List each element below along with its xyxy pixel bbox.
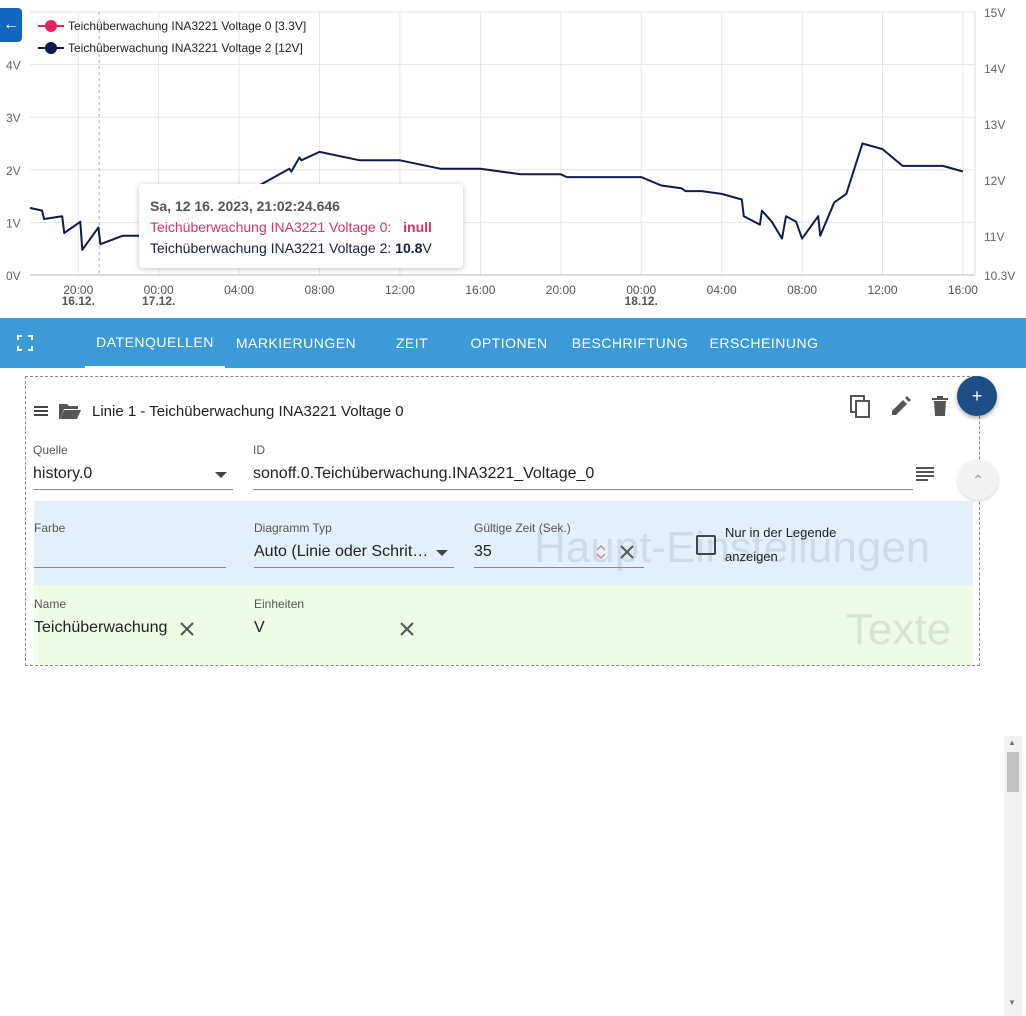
y-tick-label-left: 2V [6, 164, 21, 178]
x-tick-label: 08:00 [305, 283, 335, 297]
line-card-header: Linie 1 - Teichüberwachung INA3221 Volta… [34, 399, 404, 423]
x-date-label: 18.12. [625, 294, 658, 308]
legend-item-voltage-0[interactable]: Teichüberwachung INA3221 Voltage 0 [3.3V… [38, 15, 306, 37]
gueltige-zeit-field[interactable]: 35 [474, 543, 492, 561]
y-tick-label-right: 15V [984, 6, 1005, 20]
y-tick-label-right: 14V [984, 62, 1005, 76]
y-tick-label-right: 10.3V [984, 269, 1015, 283]
legend-marker-icon [38, 42, 64, 54]
scroll-top-button[interactable]: ⌃ [958, 460, 998, 500]
clear-icon[interactable] [400, 622, 414, 636]
tooltip-value: 10.8 [395, 240, 423, 256]
tooltip-label: Teichüberwachung INA3221 Voltage 0: [150, 219, 392, 235]
tab-erscheinung[interactable]: ERSCHEINUNG [704, 318, 824, 368]
diagramm-typ-label: Diagramm Typ [254, 521, 332, 535]
id-label: ID [253, 443, 265, 457]
diagramm-typ-underline [254, 567, 454, 568]
x-date-label: 16.12. [62, 294, 95, 308]
x-tick-label: 04:00 [224, 283, 254, 297]
farbe-label: Farbe [34, 521, 66, 535]
back-button[interactable]: ← [0, 8, 22, 42]
y-tick-label-right: 11V [984, 230, 1004, 244]
x-tick-label: 20:00 [546, 283, 576, 297]
scroll-thumb[interactable] [1007, 752, 1019, 792]
clear-icon[interactable] [180, 622, 194, 636]
legend-label: Teichüberwachung INA3221 Voltage 0 [3.3V… [68, 19, 307, 33]
chart-tooltip: Sa, 12 16. 2023, 21:02:24.646 Teichüberw… [139, 184, 463, 268]
stepper-icon[interactable] [597, 545, 605, 559]
y-tick-label-left: 4V [6, 59, 21, 73]
legend-only-checkbox[interactable] [696, 535, 716, 555]
scroll-down-icon[interactable]: ▼ [1008, 998, 1016, 1007]
tab-markierungen[interactable]: MARKIERUNGEN [228, 318, 364, 368]
x-tick-label: 16:00 [465, 283, 495, 297]
y-tick-label-left: 3V [6, 111, 21, 125]
chevron-up-icon: ⌃ [972, 471, 984, 488]
id-underline [253, 489, 913, 490]
x-tick-label: 12:00 [385, 283, 415, 297]
einheiten-field[interactable]: V [254, 619, 265, 637]
gueltige-zeit-underline [474, 567, 644, 568]
diagramm-typ-select[interactable]: Auto (Linie oder Schrit… [254, 543, 428, 561]
tab-datenquellen[interactable]: DATENQUELLEN [85, 318, 225, 368]
settings-tabbar: DATENQUELLEN MARKIERUNGEN ZEIT OPTIONEN … [0, 318, 1026, 368]
farbe-underline [34, 567, 226, 568]
y-tick-label-left: 1V [6, 216, 21, 230]
datasource-panel: Linie 1 - Teichüberwachung INA3221 Volta… [0, 368, 1026, 1016]
tab-beschriftung[interactable]: BESCHRIFTUNG [566, 318, 694, 368]
chevron-down-icon[interactable] [436, 549, 448, 557]
quelle-underline [33, 489, 233, 490]
name-label: Name [34, 597, 67, 611]
scrollbar[interactable]: ▲ ▼ [1004, 736, 1022, 1016]
id-field[interactable]: sonoff.0.Teichüberwachung.INA3221_Voltag… [253, 465, 594, 483]
quelle-label: Quelle [33, 443, 68, 457]
quelle-select[interactable]: history.0 [33, 465, 92, 483]
chevron-down-icon[interactable] [215, 471, 227, 479]
tooltip-value: inull [403, 219, 432, 235]
gueltige-zeit-label: Gültige Zeit (Sek.) [474, 521, 571, 535]
line-title: Linie 1 - Teichüberwachung INA3221 Volta… [92, 402, 404, 420]
tab-optionen[interactable]: OPTIONEN [462, 318, 556, 368]
legend-item-voltage-2[interactable]: Teichüberwachung INA3221 Voltage 2 [12V] [38, 37, 306, 59]
add-line-button[interactable]: + [957, 376, 997, 416]
fullscreen-icon[interactable] [17, 335, 33, 351]
scroll-up-icon[interactable]: ▲ [1008, 738, 1016, 747]
legend-only-label: Nur in der Legende [725, 525, 837, 540]
main-settings-section: Haupt-Einstellungen Farbe Diagramm Typ A… [34, 501, 973, 585]
x-date-label: 17.12. [142, 294, 175, 308]
tooltip-line-voltage-0: Teichüberwachung INA3221 Voltage 0: inul… [150, 217, 452, 238]
copy-icon[interactable] [850, 395, 872, 419]
delete-icon[interactable] [932, 396, 948, 416]
y-tick-label-right: 12V [984, 174, 1005, 188]
chart-legend: Teichüberwachung INA3221 Voltage 0 [3.3V… [38, 15, 306, 59]
x-tick-label: 08:00 [787, 283, 817, 297]
y-tick-label-right: 13V [984, 118, 1005, 132]
folder-open-icon[interactable] [58, 401, 82, 421]
tab-zeit[interactable]: ZEIT [370, 318, 454, 368]
tooltip-label: Teichüberwachung INA3221 Voltage 2: [150, 240, 392, 256]
x-tick-label: 04:00 [707, 283, 737, 297]
drag-handle-icon[interactable] [34, 405, 48, 417]
legend-only-label-2: anzeigen [725, 549, 778, 564]
chart-panel: 5V4V3V2V1V0V15V14V13V12V11V10.3V20:0000:… [0, 0, 1026, 318]
texts-section: Texte Name Teichüberwachung Einheiten V [34, 585, 973, 665]
clear-icon[interactable] [620, 545, 634, 559]
y-tick-label-left: 0V [6, 269, 21, 283]
x-tick-label: 12:00 [867, 283, 897, 297]
edit-icon[interactable] [890, 395, 912, 417]
legend-label: Teichüberwachung INA3221 Voltage 2 [12V] [68, 41, 303, 55]
tooltip-title: Sa, 12 16. 2023, 21:02:24.646 [150, 198, 340, 214]
list-icon[interactable] [916, 467, 934, 481]
arrow-left-icon: ← [3, 16, 19, 33]
tooltip-unit: V [422, 240, 432, 256]
name-field[interactable]: Teichüberwachung [34, 619, 167, 637]
einheiten-label: Einheiten [254, 597, 305, 611]
line-card: Linie 1 - Teichüberwachung INA3221 Volta… [25, 376, 980, 666]
plus-icon: + [971, 385, 983, 406]
legend-marker-icon [38, 20, 64, 32]
x-tick-label: 16:00 [948, 283, 978, 297]
tooltip-line-voltage-2: Teichüberwachung INA3221 Voltage 2: 10.8… [150, 238, 452, 259]
